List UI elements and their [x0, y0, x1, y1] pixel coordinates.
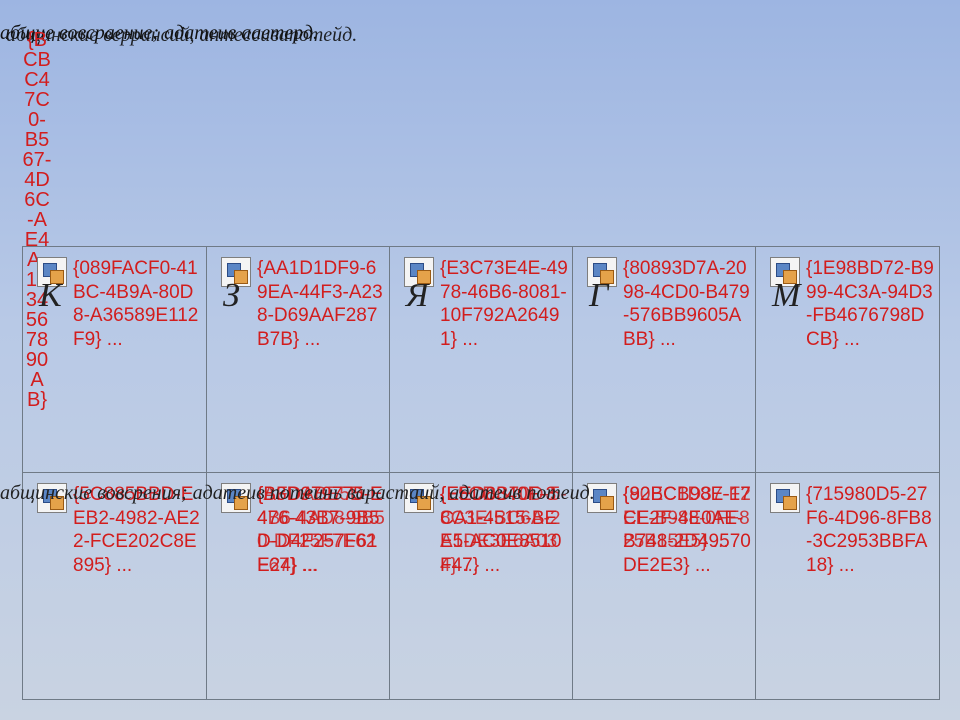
cell-letter: З [223, 277, 240, 314]
content-table: К {089FACF0-41BC-4B9A-80D8-A36589E112F9}… [22, 246, 940, 700]
cell-letter: Г [589, 277, 609, 314]
cell-letter: К [39, 277, 62, 314]
ole-guid-text: {AA1D1DF9-69EA-44F3-A238-D69AAF287B7B} .… [257, 258, 383, 350]
cell-letter: Я [406, 277, 429, 314]
top-text-line: абщие вовсраение; адатеив ааетерд. абщин… [0, 22, 960, 56]
ole-guid-text: {1E98BD72-B999-4C3A-94D3-FB4676798DCB} .… [806, 258, 934, 350]
table-cell: {92BCB98E-17CE2F-4E0AE-B748-2D49570DE2E3… [573, 473, 756, 699]
ole-object-icon[interactable] [221, 483, 251, 513]
table-cell: {EED8340F-3CA1-4515-BEE5-AC0E8510F47} ..… [390, 473, 573, 699]
ole-guid-text-overlap: {AFDABE5D-E4B6-4AD8-9B50-DF25F7E62F67} .… [257, 484, 385, 576]
table-cell: З {AA1D1DF9-69EA-44F3-A238-D69AAF287B7B}… [207, 247, 390, 473]
ole-guid-text-overlap: {F5CDB70D-5-8C3E-BC6A-2A1DE3E6A034} ... [440, 484, 567, 576]
ole-guid-text: {089FACF0-41BC-4B9A-80D8-A36589E112F9} .… [73, 258, 199, 350]
ole-guid-text: {E3C73E4E-4978-46B6-8081-10F792A26491} .… [440, 258, 568, 350]
ole-guid-text-overlap: {80EC1D37-F2EE-B988-0FF825B15E5} ... [623, 484, 751, 552]
cell-letter: М [772, 277, 801, 314]
table-cell: К {089FACF0-41BC-4B9A-80D8-A36589E112F9}… [23, 247, 207, 473]
table-cell: {715980D5-27F6-4D96-8FB8-3C2953BBFA18} .… [756, 473, 939, 699]
table-cell: Г {80893D7A-2098-4CD0-B479-576BB9605ABB}… [573, 247, 756, 473]
table-cell: {5C885BBD-EEB2-4982-AE22-FCE202C8E895} .… [23, 473, 207, 699]
ole-guid-text: {80893D7A-2098-4CD0-B479-576BB9605ABB} .… [623, 258, 750, 350]
ole-object-icon[interactable] [587, 483, 617, 513]
ole-object-icon[interactable] [37, 483, 67, 513]
table-cell: {B3D979775-E476-43B7-9B5D-D4F257F61E24} … [207, 473, 390, 699]
ole-object-icon[interactable] [404, 483, 434, 513]
table-cell: М {1E98BD72-B999-4C3A-94D3-FB4676798DCB}… [756, 247, 939, 473]
ole-guid-text: {715980D5-27F6-4D96-8FB8-3C2953BBFA18} .… [806, 484, 932, 576]
ole-guid-text: {5C885BBD-EEB2-4982-AE22-FCE202C8E895} .… [73, 484, 200, 576]
ole-object-icon[interactable] [770, 483, 800, 513]
table-cell: Я {E3C73E4E-4978-46B6-8081-10F792A26491}… [390, 247, 573, 473]
top-text-b: абщинские веррансий, антессивапотейд. [6, 24, 358, 46]
